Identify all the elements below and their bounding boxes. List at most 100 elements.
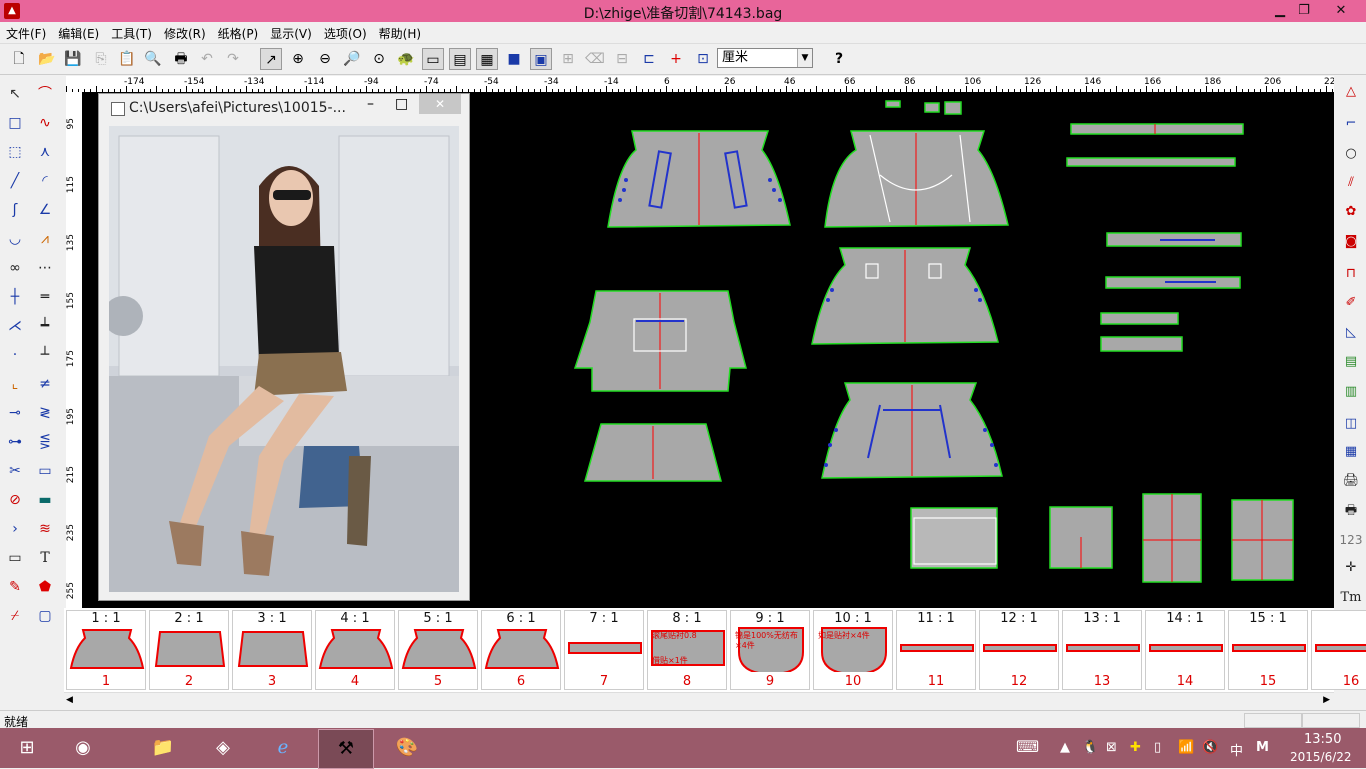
export-icon[interactable]: ▥: [1338, 380, 1364, 404]
layout-3-icon[interactable]: ▦: [476, 48, 498, 70]
mirror-icon[interactable]: ◫: [1338, 412, 1364, 436]
tile-icon[interactable]: ⊞: [557, 48, 579, 70]
ie-icon[interactable]: ℯ: [256, 729, 310, 767]
tray-up-icon[interactable]: ▲: [1060, 740, 1070, 755]
excel-icon[interactable]: ▤: [1338, 350, 1364, 374]
ime-indicator[interactable]: 中: [1230, 740, 1243, 759]
text-mark-icon[interactable]: Tm: [1338, 586, 1364, 610]
line-icon[interactable]: ╱: [2, 169, 28, 193]
undo-icon[interactable]: ↶: [196, 48, 218, 70]
piece-thumbnail[interactable]: 11 : 1 11: [896, 610, 976, 690]
ruler-triangle-icon[interactable]: ◺: [1338, 321, 1364, 345]
network-off-icon[interactable]: ⊠: [1106, 740, 1117, 755]
line-tool-icon[interactable]: ⌐: [1338, 112, 1364, 136]
menu-file[interactable]: 文件(F): [0, 22, 52, 42]
qq-icon[interactable]: 🐧: [1082, 740, 1098, 755]
piece-thumbnail[interactable]: 3 : 1 3: [232, 610, 312, 690]
print-preview-icon[interactable]: 🔍: [142, 48, 164, 70]
split-icon[interactable]: ⋌: [2, 314, 28, 338]
point-select-icon[interactable]: ⬚: [2, 140, 28, 164]
grid-icon[interactable]: ▦: [1338, 440, 1364, 464]
select-tool-icon[interactable]: ↗: [260, 48, 282, 70]
piece-thumbnail[interactable]: 14 : 1 14: [1145, 610, 1225, 690]
piece-thumbnail[interactable]: 16: [1311, 610, 1366, 690]
piece-thumbnail[interactable]: 5 : 1 5: [398, 610, 478, 690]
move-point-icon[interactable]: ✛: [1338, 556, 1364, 580]
crosshair-icon[interactable]: +: [665, 48, 687, 70]
zoom-window-icon[interactable]: 🔎: [341, 48, 363, 70]
offset-icon[interactable]: ⋚: [32, 430, 58, 454]
scroll-left-icon[interactable]: ◀: [66, 695, 73, 705]
edit-piece-icon[interactable]: ✐: [1338, 291, 1364, 315]
turtle-icon[interactable]: 🐢: [395, 48, 417, 70]
piece-box-icon[interactable]: ▬: [32, 488, 58, 512]
menu-view[interactable]: 显示(V): [264, 22, 318, 42]
clock-date[interactable]: 2015/6/22: [1290, 750, 1352, 764]
file-explorer-icon[interactable]: 📁: [136, 729, 190, 767]
cutter-icon[interactable]: 🖶: [1338, 499, 1364, 523]
copy-icon[interactable]: ⎘: [90, 48, 112, 70]
hatch-icon[interactable]: ⫽: [1338, 171, 1364, 195]
scale-ruler-icon[interactable]: ┴: [32, 343, 58, 367]
piece-icon[interactable]: ■: [503, 48, 525, 70]
image-viewer-window[interactable]: C:\Users\afei\Pictures\10015-... – □ ✕: [98, 93, 470, 601]
triangle-icon[interactable]: △: [1338, 80, 1364, 104]
pattern-app-task[interactable]: ⚒: [318, 729, 374, 769]
clock-time[interactable]: 13:50: [1304, 732, 1341, 747]
cross-icon[interactable]: ┼: [2, 285, 28, 309]
drawing-canvas[interactable]: C:\Users\afei\Pictures\10015-... – □ ✕: [83, 93, 1334, 608]
close-button[interactable]: ✕: [1318, 0, 1364, 22]
piece-thumbnail[interactable]: 1 : 1 1: [66, 610, 146, 690]
piece-thumbnail[interactable]: 6 : 1 6: [481, 610, 561, 690]
curve-icon[interactable]: ◡: [2, 227, 28, 251]
open-folder-icon[interactable]: 📂: [36, 48, 58, 70]
grid-view-icon[interactable]: ▣: [530, 48, 552, 70]
scroll-right-icon[interactable]: ▶: [1323, 695, 1330, 705]
plus-icon[interactable]: ✚: [1130, 740, 1141, 755]
chevron-right-icon[interactable]: ›: [2, 517, 28, 541]
text-tool-icon[interactable]: T: [32, 546, 58, 570]
measure-ruler-icon[interactable]: ┷: [32, 314, 58, 338]
layout-1-icon[interactable]: ▭: [422, 48, 444, 70]
unit-select[interactable]: 厘米 ▼: [717, 48, 813, 68]
corner-icon[interactable]: ⌞: [2, 372, 28, 396]
wave-icon[interactable]: ∿: [32, 111, 58, 135]
paste-icon[interactable]: 📋: [116, 48, 138, 70]
piece-thumbnail[interactable]: 8 : 1 8 滚尾贴衬0.8 借贴×1件: [647, 610, 727, 690]
dash-line-icon[interactable]: ⋯: [32, 256, 58, 280]
menu-help[interactable]: 帮助(H): [373, 22, 427, 42]
rectangle-icon[interactable]: □: [2, 111, 28, 135]
notch-icon[interactable]: ⌿: [2, 604, 28, 628]
menu-edit[interactable]: 编辑(E): [52, 22, 105, 42]
chrome-icon[interactable]: ◉: [56, 729, 110, 767]
parallel-icon[interactable]: ≠: [32, 372, 58, 396]
app-shortcut-icon[interactable]: ◈: [196, 729, 250, 767]
piece-frame-icon[interactable]: ▢: [32, 604, 58, 628]
pen-icon[interactable]: ✎: [2, 575, 28, 599]
piece-thumbnail[interactable]: 12 : 1 12: [979, 610, 1059, 690]
loop-icon[interactable]: ∞: [2, 256, 28, 280]
context-help-icon[interactable]: ?: [828, 48, 850, 70]
new-file-icon[interactable]: 🗋: [8, 48, 30, 70]
paint-icon[interactable]: 🎨: [380, 729, 434, 767]
ruler-icon[interactable]: ▭: [2, 546, 28, 570]
eraser-icon[interactable]: ⌫: [584, 48, 606, 70]
ime-mode[interactable]: M: [1256, 740, 1269, 755]
arc-icon[interactable]: ◜: [32, 169, 58, 193]
number-icon[interactable]: 123: [1338, 528, 1364, 552]
button-hole-icon[interactable]: ▭: [32, 459, 58, 483]
smooth-curve-icon[interactable]: ⌒: [32, 82, 58, 106]
redo-icon[interactable]: ↷: [222, 48, 244, 70]
horizontal-scrollbar[interactable]: ◀ ▶: [64, 692, 1334, 709]
dart-icon[interactable]: ⩘: [32, 227, 58, 251]
measure-icon[interactable]: ⊏: [638, 48, 660, 70]
horizontal-point-icon[interactable]: ⊸: [2, 401, 28, 425]
piece-thumbnail[interactable]: 7 : 1 7: [564, 610, 644, 690]
layout-2-icon[interactable]: ▤: [449, 48, 471, 70]
image-minimize-button[interactable]: –: [367, 96, 385, 112]
menu-pattern[interactable]: 纸格(P): [212, 22, 265, 42]
align-icon[interactable]: ⊟: [611, 48, 633, 70]
piece-thumbnail[interactable]: 13 : 1 13: [1062, 610, 1142, 690]
restore-button[interactable]: ❐: [1290, 0, 1318, 22]
piece-thumbnail[interactable]: 4 : 1 4: [315, 610, 395, 690]
